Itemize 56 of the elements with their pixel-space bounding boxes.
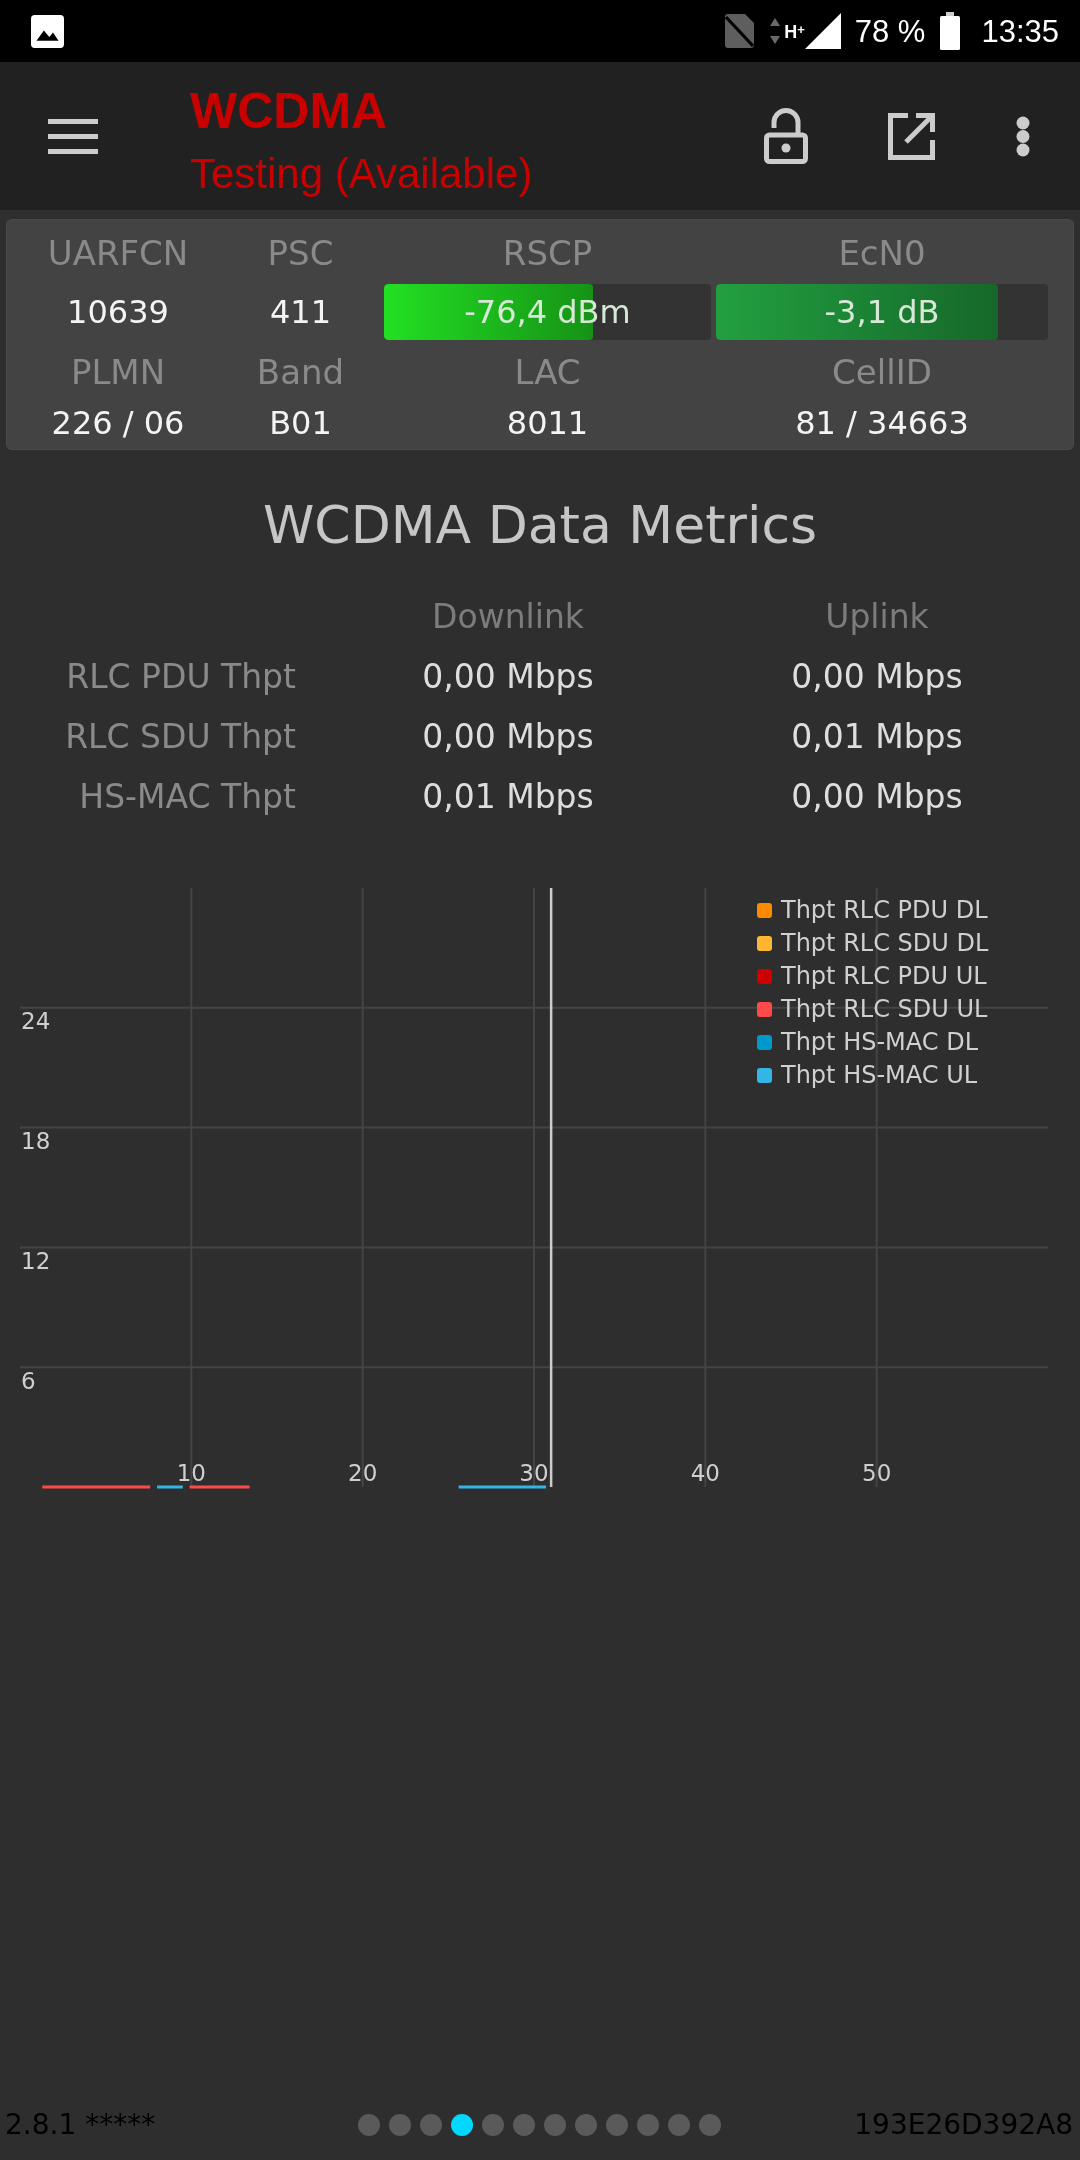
- row-label: RLC SDU Thpt: [64, 715, 296, 758]
- legend-label: Thpt RLC PDU UL: [781, 961, 987, 990]
- field-value: 8011: [505, 403, 590, 444]
- data-arrows-icon: [770, 18, 781, 44]
- row-label: RLC PDU Thpt: [65, 655, 296, 698]
- x-tick-label: 20: [348, 1459, 378, 1486]
- image-icon: [31, 14, 64, 48]
- external-link-icon[interactable]: [888, 112, 935, 160]
- meter-reading: -3,1 dB: [824, 296, 940, 328]
- legend-label: Thpt HS-MAC DL: [781, 1027, 979, 1056]
- y-tick-label: 24: [21, 1008, 51, 1035]
- clock-time: 13:35: [981, 15, 1059, 47]
- network-type-label: H$^{+}$: [784, 23, 805, 41]
- field-label: EcN0: [837, 232, 927, 275]
- metric-value: 0,00 Mbps: [421, 715, 595, 758]
- app-subtitle: Testing (Available): [190, 149, 533, 199]
- section-title: WCDMA Data Metrics: [262, 495, 818, 555]
- y-tick-label: 6: [21, 1367, 36, 1394]
- field-value: B01: [268, 403, 333, 444]
- legend-label: Thpt RLC PDU DL: [781, 895, 988, 924]
- legend-label: Thpt RLC SDU UL: [781, 994, 988, 1023]
- app-title: WCDMA: [190, 82, 389, 140]
- legend-label: Thpt HS-MAC UL: [781, 1060, 978, 1089]
- x-tick-label: 40: [690, 1459, 720, 1486]
- field-label: LAC: [513, 351, 582, 394]
- field-label: PSC: [266, 232, 335, 275]
- signal-icon: [804, 13, 841, 49]
- field-value: 10639: [66, 292, 170, 333]
- row-label: HS-MAC Thpt: [78, 775, 296, 818]
- unlocked-padlock-icon[interactable]: [764, 108, 808, 164]
- more-options-icon[interactable]: [1016, 115, 1030, 157]
- y-tick-label: 12: [21, 1247, 51, 1274]
- legend-label: Thpt RLC SDU DL: [781, 928, 989, 957]
- metric-value: 0,00 Mbps: [790, 775, 964, 818]
- field-label: UARFCN: [46, 232, 190, 275]
- metric-value: 0,01 Mbps: [790, 715, 964, 758]
- battery-icon: [940, 12, 961, 50]
- metric-value: 0,00 Mbps: [790, 655, 964, 698]
- field-value: 411: [268, 292, 333, 333]
- metric-value: 0,00 Mbps: [421, 655, 595, 698]
- column-header: Uplink: [824, 595, 930, 638]
- metric-value: 0,01 Mbps: [421, 775, 595, 818]
- field-label: Band: [255, 351, 346, 394]
- y-tick-label: 18: [21, 1128, 51, 1155]
- no-sim-icon: [725, 14, 755, 48]
- battery-percent: 78 %: [854, 15, 926, 47]
- field-value: 81 / 34663: [794, 403, 970, 444]
- field-label: PLMN: [69, 351, 167, 394]
- x-tick-label: 50: [862, 1459, 892, 1486]
- menu-icon[interactable]: [48, 118, 98, 154]
- x-tick-label: 10: [176, 1459, 206, 1486]
- field-label: RSCP: [501, 232, 594, 275]
- x-tick-label: 30: [519, 1459, 549, 1486]
- field-value: 226 / 06: [50, 403, 186, 444]
- column-header: Downlink: [431, 595, 585, 638]
- field-label: CellID: [831, 351, 933, 394]
